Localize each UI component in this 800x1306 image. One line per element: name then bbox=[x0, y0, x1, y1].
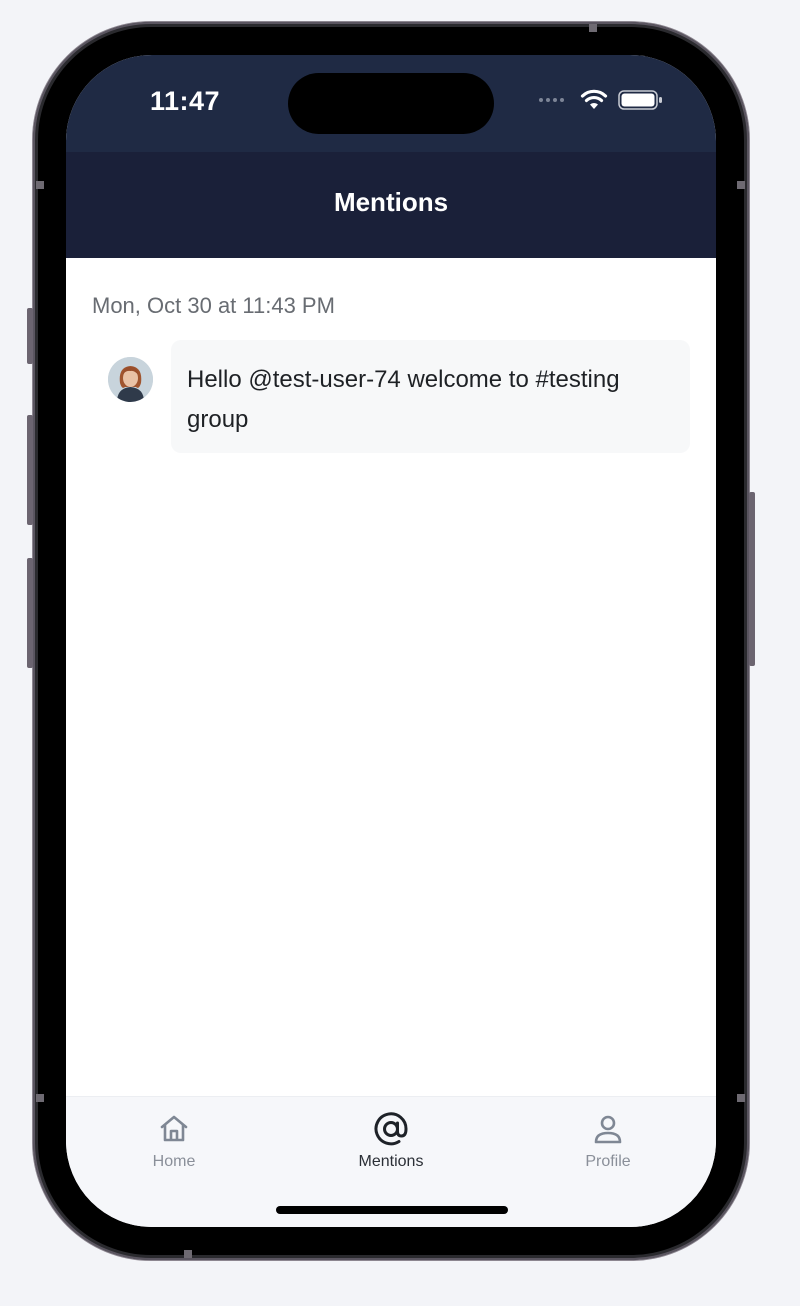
phone-screen: 11:47 Mentions Mon, Oct 30 at 11:43 PM H… bbox=[66, 55, 716, 1227]
at-sign-icon bbox=[373, 1111, 409, 1147]
status-icons bbox=[539, 89, 664, 111]
antenna-band bbox=[36, 1094, 44, 1102]
message-bubble[interactable]: Hello @test-user-74 welcome to #testing … bbox=[171, 340, 690, 453]
battery-icon bbox=[618, 90, 662, 110]
antenna-band bbox=[36, 181, 44, 189]
tab-home-label: Home bbox=[152, 1153, 196, 1170]
volume-up-button bbox=[27, 415, 33, 525]
signal-dots-icon bbox=[539, 98, 564, 102]
person-icon bbox=[591, 1111, 625, 1147]
antenna-band bbox=[737, 181, 745, 189]
tab-mentions[interactable]: Mentions bbox=[311, 1097, 471, 1187]
message-text: Hello @test-user-74 welcome to #testing … bbox=[187, 366, 620, 433]
mention-date: Mon, Oct 30 at 11:43 PM bbox=[92, 293, 335, 318]
home-icon bbox=[157, 1111, 191, 1147]
avatar[interactable] bbox=[108, 357, 153, 402]
volume-down-button bbox=[27, 558, 33, 668]
header: Mentions bbox=[66, 152, 716, 258]
tab-profile[interactable]: Profile bbox=[528, 1097, 688, 1187]
tab-profile-label: Profile bbox=[585, 1153, 631, 1170]
dynamic-island bbox=[288, 73, 494, 134]
mentions-list[interactable]: Mon, Oct 30 at 11:43 PM Hello @test-user… bbox=[66, 258, 716, 1096]
antenna-band bbox=[184, 1250, 192, 1258]
status-time: 11:47 bbox=[150, 86, 221, 116]
antenna-band bbox=[737, 1094, 745, 1102]
power-button bbox=[749, 492, 755, 666]
page: 11:47 Mentions Mon, Oct 30 at 11:43 PM H… bbox=[0, 0, 800, 1306]
tab-mentions-label: Mentions bbox=[358, 1153, 424, 1170]
page-title: Mentions bbox=[333, 186, 449, 217]
wifi-icon bbox=[580, 89, 608, 109]
tab-home[interactable]: Home bbox=[94, 1097, 254, 1187]
action-button bbox=[27, 308, 33, 364]
home-indicator[interactable] bbox=[276, 1206, 508, 1214]
status-bar: 11:47 bbox=[66, 55, 716, 152]
antenna-band bbox=[589, 24, 597, 32]
